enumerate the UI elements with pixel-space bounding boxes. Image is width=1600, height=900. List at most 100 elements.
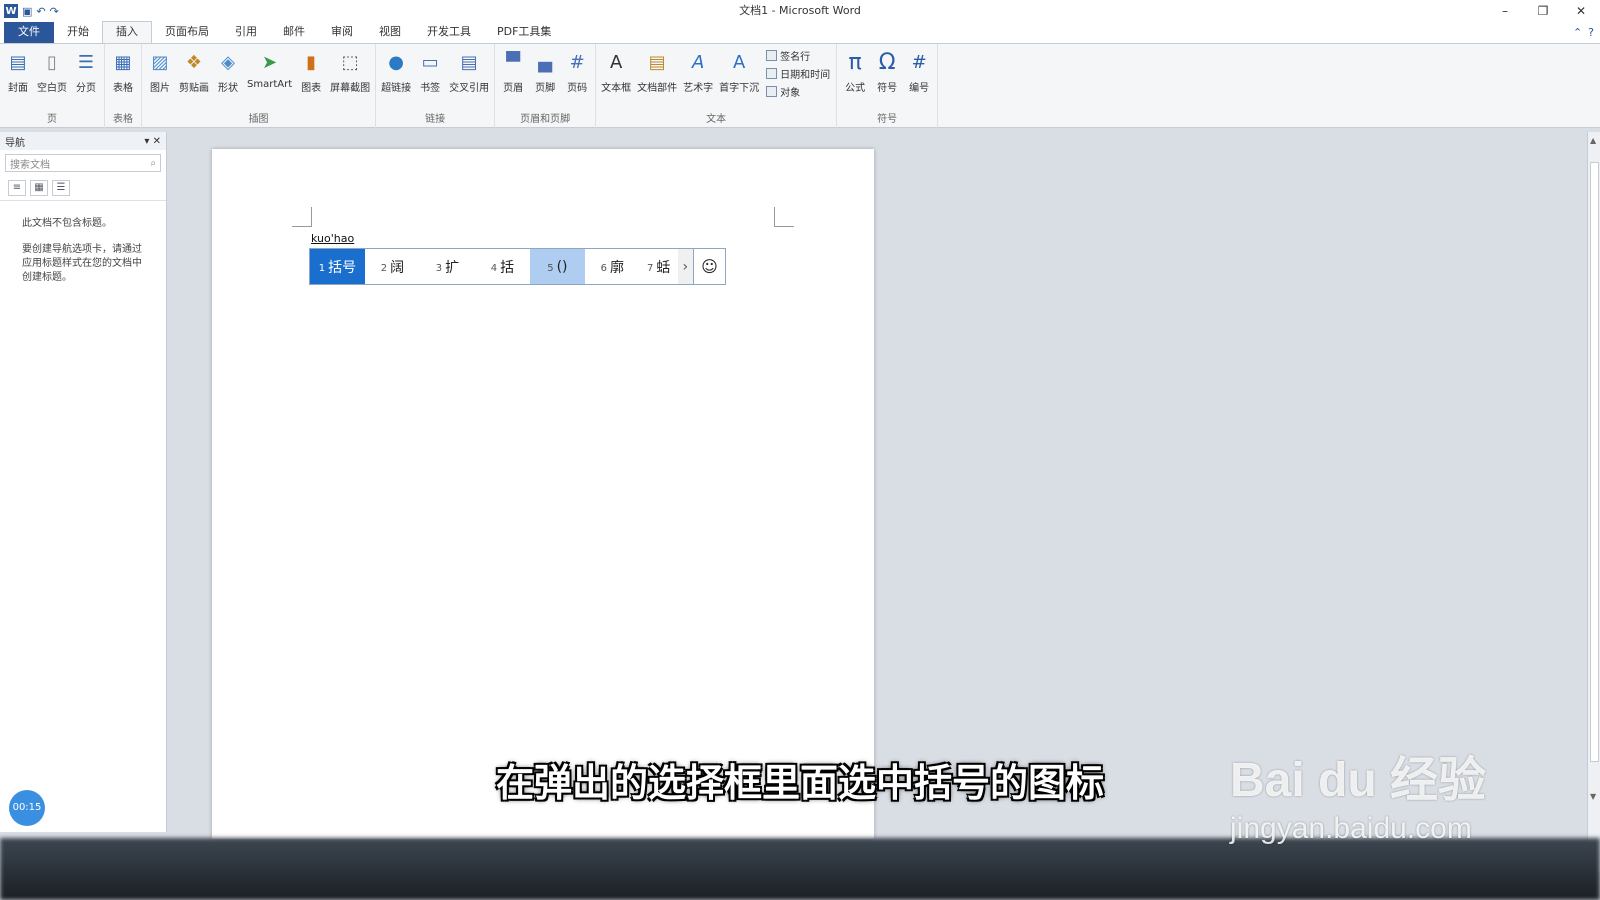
cover-page-button[interactable]: ▤ 封面 [2,44,34,110]
quick-access-toolbar: W ▣ ↶ ↷ [0,0,59,22]
chevron-right-icon[interactable]: › [677,249,694,284]
close-icon[interactable]: ▾ ✕ [144,136,161,147]
clip-art-button[interactable]: ❖ 剪贴画 [176,44,212,110]
quick-parts-button[interactable]: ▤ 文档部件 [634,44,680,110]
pages-view-icon[interactable]: ▦ [30,180,48,196]
ime-candidate-window: 1 括号 2阔 3扩 4括 5() 6廓 7蛞 › ☺ [309,248,726,285]
ime-composition-text: kuo'hao [311,232,355,245]
save-icon[interactable]: ▣ [22,5,32,18]
cross-reference-icon: ▤ [460,51,478,73]
word-logo-icon: W [4,4,18,18]
signature-line-button[interactable]: 签名行 [766,48,830,63]
chart-icon: ▮ [306,51,317,73]
hyperlink-button[interactable]: ● 超链接 [378,44,414,110]
header-icon: ▀ [506,51,521,73]
ime-candidate[interactable]: 2阔 [365,249,420,284]
search-input[interactable]: 搜索文档 ⌕ [5,154,161,172]
group-label: 文本 [706,114,727,125]
tab-references[interactable]: 引用 [222,22,270,43]
tab-view[interactable]: 视图 [366,22,414,43]
shapes-button[interactable]: ◈ 形状 [212,44,244,110]
bookmark-button[interactable]: ▭ 书签 [414,44,446,110]
tab-file[interactable]: 文件 [4,22,54,43]
navigation-header: 导航 ▾ ✕ [0,132,166,150]
close-button[interactable]: ✕ [1562,0,1600,22]
ime-candidate[interactable]: 1 括号 [310,249,365,284]
object-button[interactable]: 对象 [766,84,830,99]
smartart-button[interactable]: ➤ SmartArt [244,44,295,110]
screenshot-button[interactable]: ⬚ 屏幕截图 [327,44,373,110]
smartart-icon: ➤ [262,51,278,73]
margin-mark-right [774,207,794,227]
tab-home[interactable]: 开始 [54,22,102,43]
header-button[interactable]: ▀ 页眉 [497,44,529,110]
globe-icon: ● [388,51,404,73]
results-view-icon[interactable]: ☰ [52,180,70,196]
group-pages: ▤ 封面 ▯ 空白页 ☰ 分页 页 [0,44,105,128]
clip-art-icon: ❖ [185,51,203,73]
textbox-icon: A [609,51,623,73]
ime-candidate[interactable]: 6廓 [585,249,640,284]
emoji-icon[interactable]: ☺ [693,249,725,284]
search-icon[interactable]: ⌕ [150,158,156,169]
navigation-message: 此文档不包含标题。 要创建导航选项卡，请通过应用标题样式在您的文档中创建标题。 [0,201,166,313]
bookmark-icon: ▭ [421,51,439,73]
date-time-button[interactable]: 日期和时间 [766,66,830,81]
blank-page-icon: ▯ [47,51,57,73]
chart-button[interactable]: ▮ 图表 [295,44,327,110]
ime-candidate[interactable]: 3扩 [420,249,475,284]
tab-pdf-tools[interactable]: PDF工具集 [484,22,564,43]
restore-button[interactable]: ❐ [1524,0,1562,22]
tab-page-layout[interactable]: 页面布局 [152,22,222,43]
window-controls: – ❐ ✕ [1486,0,1600,22]
headings-view-icon[interactable]: ≡ [8,180,26,196]
watermark-url: jingyan.baidu.com [1230,812,1472,845]
group-label: 符号 [877,114,898,125]
picture-icon: ▨ [151,51,169,73]
tab-developer[interactable]: 开发工具 [414,22,484,43]
picture-button[interactable]: ▨ 图片 [144,44,176,110]
group-label: 链接 [425,114,446,125]
blank-page-button[interactable]: ▯ 空白页 [34,44,70,110]
margin-mark-left [292,207,312,227]
ime-candidate-brackets[interactable]: 5() [529,249,585,284]
no-headings-text: 此文档不包含标题。 [22,218,112,229]
group-text: A 文本框 ▤ 文档部件 A 艺术字 A 首字下沉 签名行 日期和时间 对象 文本 [596,44,838,128]
title-bar: W ▣ ↶ ↷ 文档1 - Microsoft Word – ❐ ✕ [0,0,1600,22]
page-number-button[interactable]: # 页码 [561,44,593,110]
textbox-button[interactable]: A 文本框 [598,44,634,110]
ribbon-collapse-icon[interactable]: ⌃ [1573,26,1582,39]
calendar-icon [766,68,778,79]
page-break-button[interactable]: ☰ 分页 [70,44,102,110]
symbol-button[interactable]: Ω 符号 [871,44,903,110]
table-button[interactable]: ▦ 表格 [107,44,139,110]
group-label: 页眉和页脚 [520,114,571,125]
tab-review[interactable]: 审阅 [318,22,366,43]
page-number-icon: # [569,51,585,73]
ribbon-insert: ▤ 封面 ▯ 空白页 ☰ 分页 页 ▦ 表格 表格 ▨ 图片 ❖ 剪贴画 ◈ 形状 ➤ Smar… [0,44,1600,128]
equation-button[interactable]: π 公式 [839,44,871,110]
drop-cap-icon: A [732,51,746,73]
pi-icon: π [848,49,862,75]
footer-button[interactable]: ▄ 页脚 [529,44,561,110]
undo-icon[interactable]: ↶ [36,5,45,18]
numbering-button[interactable]: # 编号 [903,44,935,110]
create-headings-hint: 要创建导航选项卡，请通过应用标题样式在您的文档中创建标题。 [22,244,142,283]
cross-reference-button[interactable]: ▤ 交叉引用 [446,44,492,110]
tab-insert[interactable]: 插入 [102,21,152,43]
minimize-button[interactable]: – [1486,0,1524,22]
wordart-button[interactable]: A 艺术字 [680,44,716,110]
drop-cap-button[interactable]: A 首字下沉 [716,44,762,110]
group-label: 表格 [113,114,133,125]
footer-icon: ▄ [538,51,553,73]
ime-candidate[interactable]: 7蛞 [640,249,678,284]
numbering-icon: # [911,51,927,73]
object-icon [766,86,778,97]
redo-icon[interactable]: ↷ [50,5,59,18]
scroll-thumb[interactable] [1590,162,1599,762]
scroll-up-icon[interactable]: ▲ [1590,136,1596,145]
ime-candidate[interactable]: 4括 [475,249,530,284]
help-icon[interactable]: ? [1588,26,1594,39]
tab-mailings[interactable]: 邮件 [270,22,318,43]
search-placeholder: 搜索文档 [10,159,50,171]
